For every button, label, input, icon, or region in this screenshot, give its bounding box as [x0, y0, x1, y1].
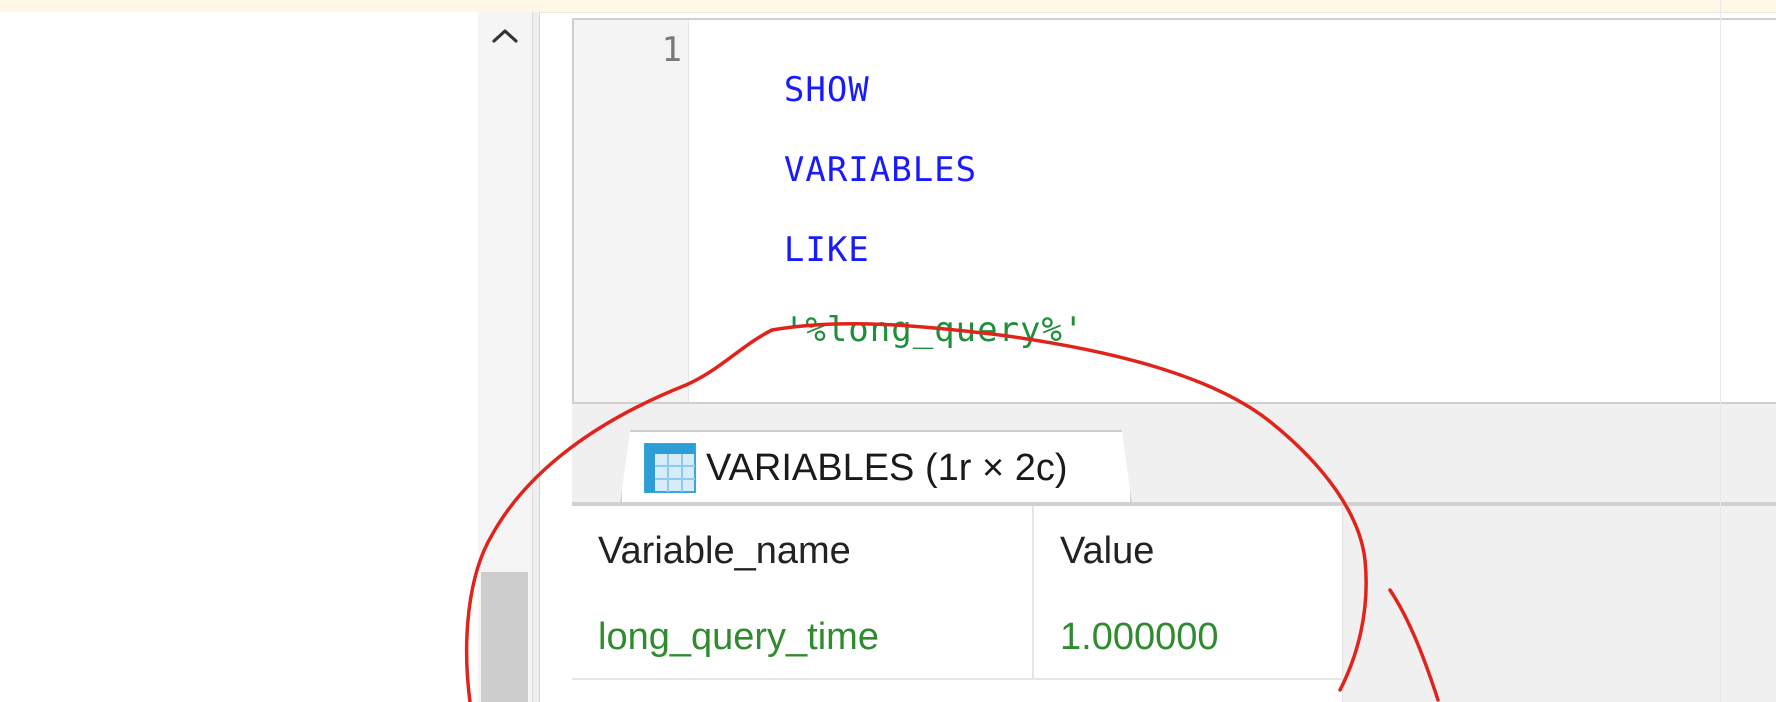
result-grid: Variable_name Value long_query_time 1.00…	[572, 506, 1343, 702]
line-gutter: 1	[574, 20, 689, 402]
row-separator	[572, 678, 1342, 680]
result-tab-variables[interactable]: VARIABLES (1r × 2c)	[620, 430, 1132, 504]
column-header-variable-name[interactable]: Variable_name	[572, 506, 1034, 596]
scroll-thumb[interactable]	[481, 572, 528, 702]
chevron-up-icon	[492, 29, 518, 43]
column-header-value[interactable]: Value	[1034, 506, 1342, 596]
panel-splitter[interactable]	[533, 12, 540, 702]
code-string-literal: '%long_query%'	[783, 310, 1085, 350]
right-edge-guide	[1720, 0, 1721, 702]
sql-editor[interactable]: 1 SHOW VARIABLES LIKE '%long_query%'	[572, 18, 1776, 404]
code-keyword-like: LIKE	[783, 230, 870, 270]
code-keyword-show: SHOW	[783, 70, 870, 110]
grid-header: Variable_name Value	[572, 506, 1342, 596]
code-keyword-variables: VARIABLES	[783, 150, 978, 190]
cell-value[interactable]: 1.000000	[1034, 596, 1342, 678]
vertical-scrollbar[interactable]	[478, 12, 533, 702]
left-panel	[0, 12, 478, 702]
result-area: VARIABLES (1r × 2c) Variable_name Value …	[572, 404, 1776, 702]
table-row[interactable]: long_query_time 1.000000	[572, 596, 1342, 678]
scroll-up-button[interactable]	[487, 22, 523, 50]
code-line[interactable]: SHOW VARIABLES LIKE '%long_query%'	[698, 30, 1084, 390]
result-tab-label: VARIABLES (1r × 2c)	[706, 446, 1068, 489]
cell-variable-name[interactable]: long_query_time	[572, 596, 1034, 678]
table-grid-icon	[644, 443, 696, 493]
line-number: 1	[661, 30, 682, 70]
